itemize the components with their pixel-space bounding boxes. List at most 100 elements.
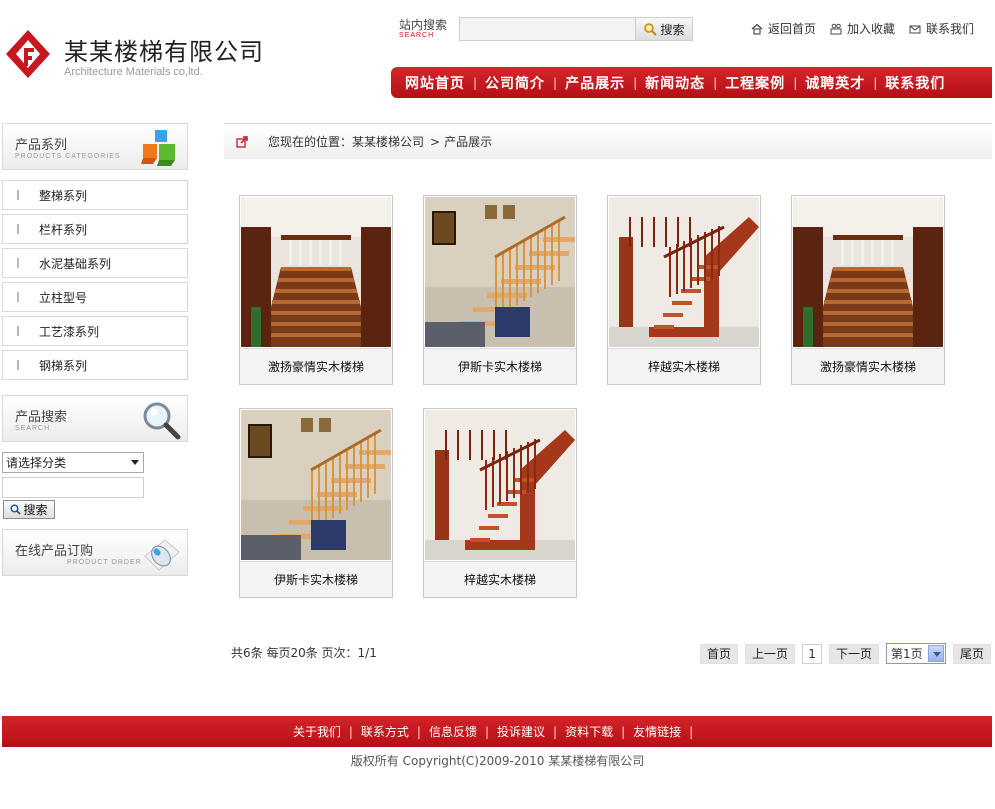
- category-item[interactable]: 栏杆系列: [2, 214, 188, 244]
- staircase-photo: [609, 197, 759, 347]
- staircase-photo: [241, 197, 391, 347]
- nav-separator: |: [713, 75, 718, 90]
- site-search-button[interactable]: 搜索: [635, 17, 693, 41]
- product-image[interactable]: [241, 410, 391, 560]
- category-item[interactable]: 整梯系列: [2, 180, 188, 210]
- footer-separator: |: [484, 724, 489, 739]
- product-search-title: 产品搜索: [15, 410, 68, 425]
- product-card[interactable]: 激扬豪情实木楼梯: [239, 195, 393, 385]
- breadcrumb-current: 产品展示: [444, 135, 493, 149]
- external-link-icon: [236, 135, 248, 148]
- product-name[interactable]: 梓越实木楼梯: [608, 348, 760, 384]
- quick-link-bookmark[interactable]: 加入收藏: [830, 20, 895, 37]
- product-name[interactable]: 激扬豪情实木楼梯: [240, 348, 392, 384]
- site-logo[interactable]: 某某楼梯有限公司 Architecture Materials co,ltd.: [4, 28, 264, 88]
- nav-item-contact[interactable]: 联系我们: [885, 73, 945, 93]
- product-card[interactable]: 梓越实木楼梯: [607, 195, 761, 385]
- product-card[interactable]: 伊斯卡实木楼梯: [239, 408, 393, 598]
- quick-link-contact[interactable]: 联系我们: [909, 20, 974, 37]
- last-page-button[interactable]: 尾页: [953, 643, 992, 664]
- footer-separator: |: [621, 724, 626, 739]
- product-image[interactable]: [793, 197, 943, 347]
- category-label: 工艺漆系列: [39, 324, 100, 339]
- product-name[interactable]: 伊斯卡实木楼梯: [424, 348, 576, 384]
- staircase-photo: [425, 197, 575, 347]
- footer-link-friends[interactable]: 友情链接: [633, 723, 681, 740]
- prev-page-button[interactable]: 上一页: [745, 643, 796, 664]
- category-bullet: [17, 360, 19, 370]
- category-item[interactable]: 立柱型号: [2, 282, 188, 312]
- pagination: 首页 上一页 1 下一页 第1页 尾页: [700, 643, 992, 664]
- product-image[interactable]: [425, 197, 575, 347]
- quick-link-home[interactable]: 返回首页: [751, 20, 816, 37]
- first-page-button[interactable]: 首页: [700, 643, 739, 664]
- nav-item-products[interactable]: 产品展示: [565, 73, 625, 93]
- nav-item-jobs[interactable]: 诚聘英才: [805, 73, 865, 93]
- nav-item-home[interactable]: 网站首页: [405, 73, 465, 93]
- page-number[interactable]: 1: [802, 643, 823, 664]
- product-image[interactable]: [241, 197, 391, 347]
- online-order-header[interactable]: 在线产品订购 PRODUCT ORDER: [2, 529, 188, 576]
- home-icon: [751, 23, 763, 35]
- staircase-photo: [241, 410, 391, 560]
- product-card[interactable]: 伊斯卡实木楼梯: [423, 195, 577, 385]
- footer-link-feedback[interactable]: 信息反馈: [429, 723, 477, 740]
- product-search-button[interactable]: 搜索: [3, 500, 55, 519]
- nav-separator: |: [633, 75, 638, 90]
- breadcrumb: 您现在的位置： 某某楼梯公司 > 产品展示: [224, 123, 992, 159]
- footer-link-complaints[interactable]: 投诉建议: [497, 723, 545, 740]
- search-icon: [644, 23, 658, 36]
- footer-link-about[interactable]: 关于我们: [293, 723, 341, 740]
- nav-separator: |: [873, 75, 878, 90]
- quick-links: 返回首页 加入收藏 联系我们: [751, 20, 974, 37]
- online-order-title: 在线产品订购: [15, 544, 94, 559]
- logo-mark-icon: [6, 30, 50, 78]
- category-bullet: [17, 258, 19, 268]
- category-item[interactable]: 水泥基础系列: [2, 248, 188, 278]
- staircase-photo: [793, 197, 943, 347]
- magnifier-icon: [143, 402, 181, 440]
- product-image[interactable]: [425, 410, 575, 560]
- category-bullet: [17, 190, 19, 200]
- footer-link-contact[interactable]: 联系方式: [361, 723, 409, 740]
- breadcrumb-prefix: 您现在的位置：: [268, 135, 353, 149]
- product-image[interactable]: [609, 197, 759, 347]
- category-select-value: 请选择分类: [6, 456, 67, 470]
- product-search-input[interactable]: [2, 477, 144, 498]
- category-label: 钢梯系列: [39, 358, 88, 373]
- footer-link-downloads[interactable]: 资料下载: [565, 723, 613, 740]
- category-label: 立柱型号: [39, 290, 88, 305]
- chevron-down-icon: [928, 645, 945, 662]
- product-card[interactable]: 梓越实木楼梯: [423, 408, 577, 598]
- nav-separator: |: [553, 75, 558, 90]
- product-card[interactable]: 激扬豪情实木楼梯: [791, 195, 945, 385]
- product-name[interactable]: 激扬豪情实木楼梯: [792, 348, 944, 384]
- main-nav: 网站首页 | 公司简介 | 产品展示 | 新闻动态 | 工程案例 | 诚聘英才 …: [391, 67, 992, 98]
- mouse-icon: [144, 539, 180, 571]
- category-select[interactable]: 请选择分类: [2, 452, 144, 473]
- breadcrumb-separator: >: [430, 134, 441, 149]
- nav-item-about[interactable]: 公司简介: [485, 73, 545, 93]
- nav-item-news[interactable]: 新闻动态: [645, 73, 705, 93]
- category-bullet: [17, 292, 19, 302]
- company-subtitle: Architecture Materials co,ltd.: [64, 66, 203, 78]
- category-item[interactable]: 钢梯系列: [2, 350, 188, 380]
- page-select[interactable]: 第1页: [886, 643, 947, 664]
- site-search-title: 站内搜索: [399, 18, 448, 32]
- search-icon: [10, 504, 22, 515]
- category-bullet: [17, 326, 19, 336]
- quick-link-label: 返回首页: [768, 22, 817, 36]
- site-search: 站内搜索 SEARCH 搜索: [399, 14, 699, 44]
- site-search-button-label: 搜索: [660, 22, 685, 37]
- next-page-button[interactable]: 下一页: [829, 643, 880, 664]
- product-search-subtitle: SEARCH: [15, 425, 51, 432]
- site-search-input[interactable]: [459, 17, 637, 41]
- company-name: 某某楼梯有限公司: [64, 38, 264, 66]
- product-name[interactable]: 伊斯卡实木楼梯: [240, 561, 392, 597]
- category-item[interactable]: 工艺漆系列: [2, 316, 188, 346]
- pagination-info: 共6条 每页20条 页次：1/1: [231, 646, 377, 660]
- nav-item-cases[interactable]: 工程案例: [725, 73, 785, 93]
- copyright: 版权所有 Copyright(C)2009-2010 某某楼梯有限公司: [350, 754, 645, 768]
- product-name[interactable]: 梓越实木楼梯: [424, 561, 576, 597]
- breadcrumb-home[interactable]: 某某楼梯公司: [352, 133, 424, 150]
